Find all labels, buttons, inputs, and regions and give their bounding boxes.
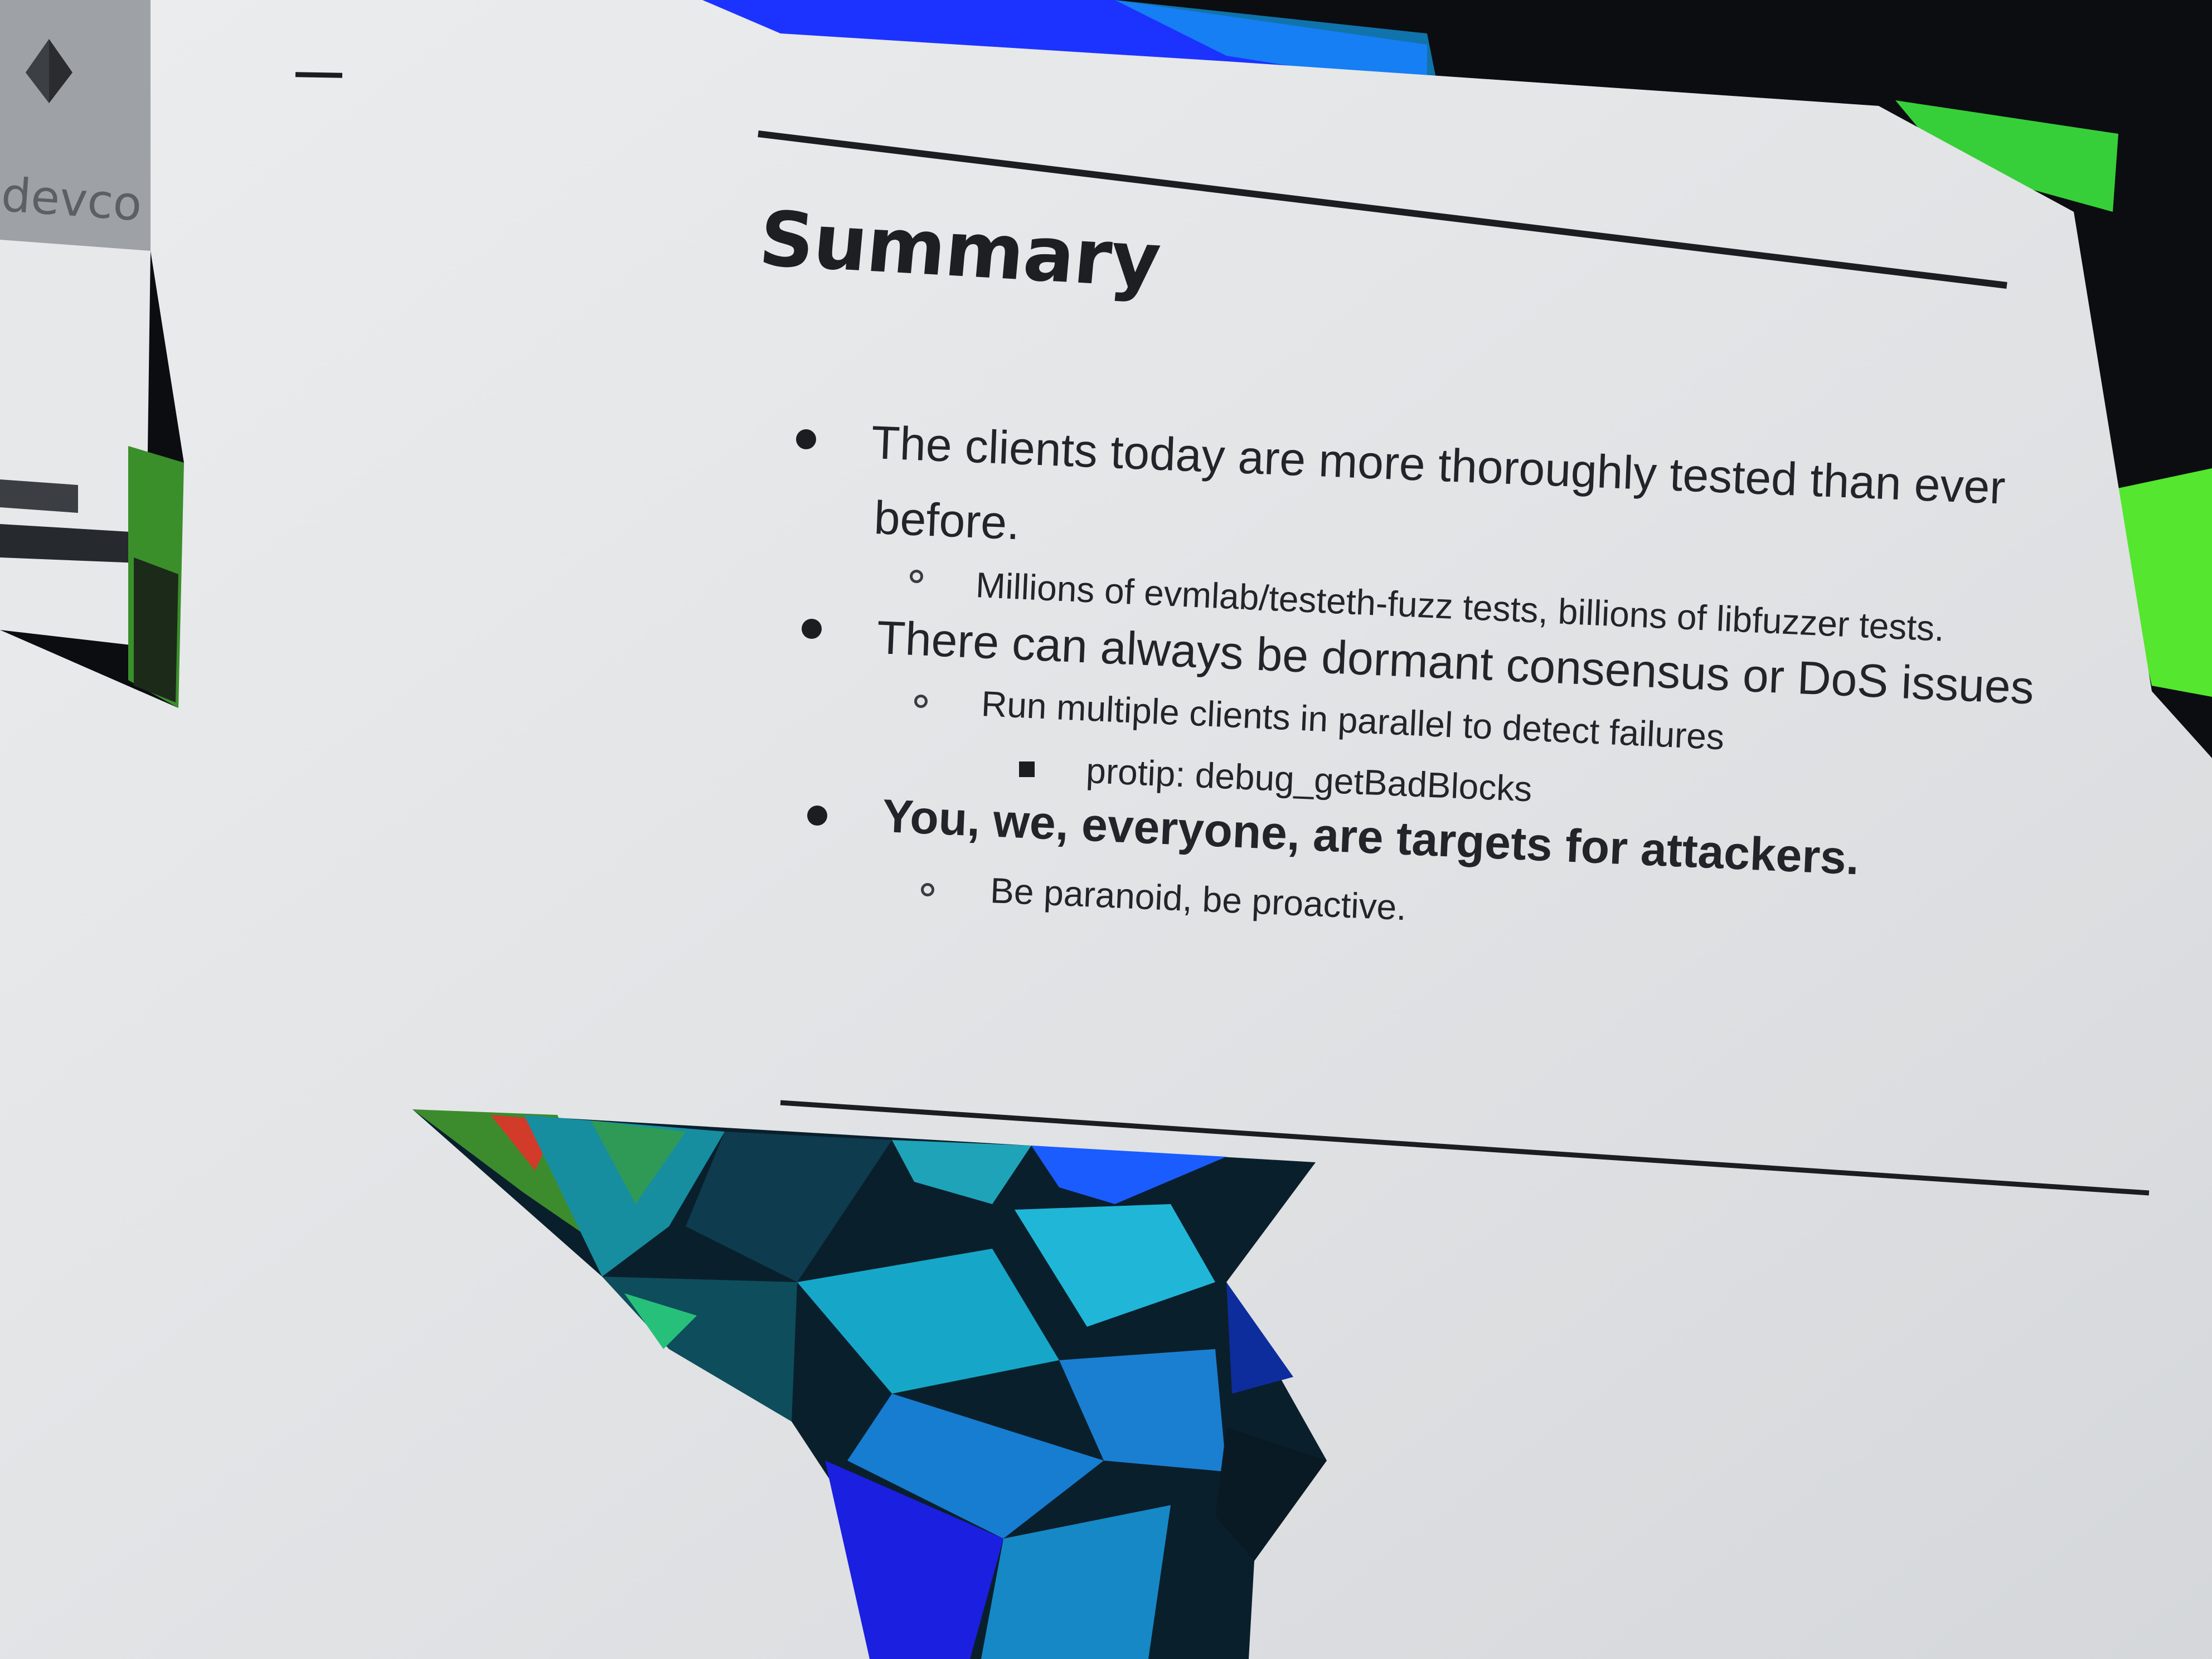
sub-bullet-text: Be paranoid, be proactive. <box>989 870 1408 928</box>
sub-bullet-circle <box>921 883 934 896</box>
bullet-dot <box>802 619 822 639</box>
bullet-dot <box>796 429 816 449</box>
slide-title: Summary <box>755 195 1164 305</box>
photo-of-projected-slide: devco Summary The clients today are more… <box>0 0 2212 1659</box>
bullet-dot <box>807 806 827 826</box>
slide-content: Summary The clients today are more thoro… <box>0 0 2212 1659</box>
bullet-text-continued: before. <box>873 491 1021 550</box>
sub-bullet-circle <box>914 695 928 708</box>
sub-bullet-circle <box>910 570 923 583</box>
bullet-text: The clients today are more thoroughly te… <box>870 415 2007 514</box>
sub-sub-bullet-square <box>1019 761 1035 777</box>
